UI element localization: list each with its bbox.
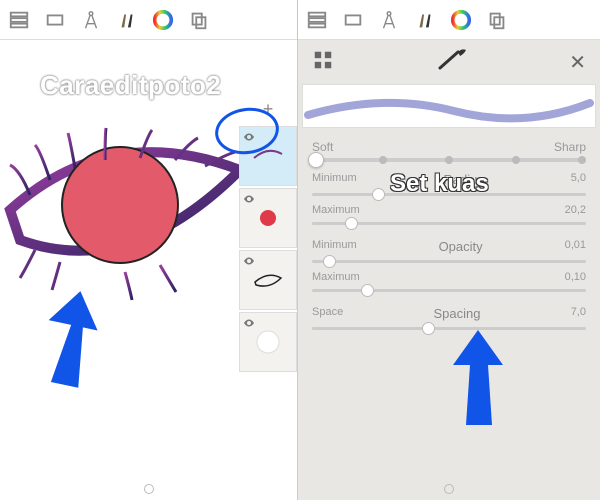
compass-icon[interactable] (376, 7, 402, 33)
grid-icon[interactable] (312, 49, 334, 76)
slider[interactable] (312, 327, 586, 330)
toolbar-right (298, 0, 600, 40)
canvas-left[interactable]: Caraeditpoto2 + (0, 40, 297, 500)
visibility-icon[interactable] (243, 316, 255, 334)
eye-artwork (0, 100, 250, 320)
layer-item[interactable] (239, 250, 297, 310)
param-row: SpaceSpacing7,0 (298, 302, 600, 340)
compass-icon[interactable] (78, 7, 104, 33)
rect-icon[interactable] (340, 7, 366, 33)
add-layer-button[interactable]: + (239, 95, 297, 124)
slider[interactable] (312, 222, 586, 225)
copy-icon[interactable] (186, 7, 212, 33)
stroke-preview (302, 84, 596, 128)
color-icon[interactable] (448, 7, 474, 33)
toolbar-left (0, 0, 297, 40)
brush-preview-icon (434, 46, 470, 79)
watermark-text: Caraeditpoto2 (40, 70, 221, 101)
list-icon[interactable] (304, 7, 330, 33)
layers-panel: + (239, 95, 297, 372)
visibility-icon[interactable] (243, 192, 255, 210)
visibility-icon[interactable] (243, 254, 255, 272)
copy-icon[interactable] (484, 7, 510, 33)
visibility-icon[interactable] (243, 130, 255, 148)
close-icon[interactable]: ✕ (569, 50, 586, 75)
slider[interactable] (312, 193, 586, 196)
home-indicator (444, 484, 454, 494)
slider[interactable] (312, 260, 586, 263)
param-row: MinimumOpacity0,01 Maximum0,10 (298, 235, 600, 302)
brush-settings-panel: ✕ Set kuas Soft Sharp MinimumRadius5,0 (298, 40, 600, 500)
brushes-icon[interactable] (114, 7, 140, 33)
annotation-arrow (448, 330, 508, 435)
layer-item[interactable] (239, 126, 297, 186)
brushes-icon[interactable] (412, 7, 438, 33)
color-icon[interactable] (150, 7, 176, 33)
list-icon[interactable] (6, 7, 32, 33)
layer-item[interactable] (239, 188, 297, 248)
hardness-slider[interactable]: Soft Sharp (298, 134, 600, 168)
layer-item[interactable] (239, 312, 297, 372)
slider[interactable] (312, 289, 586, 292)
rect-icon[interactable] (42, 7, 68, 33)
home-indicator (144, 484, 154, 494)
sharp-label: Sharp (554, 140, 586, 154)
